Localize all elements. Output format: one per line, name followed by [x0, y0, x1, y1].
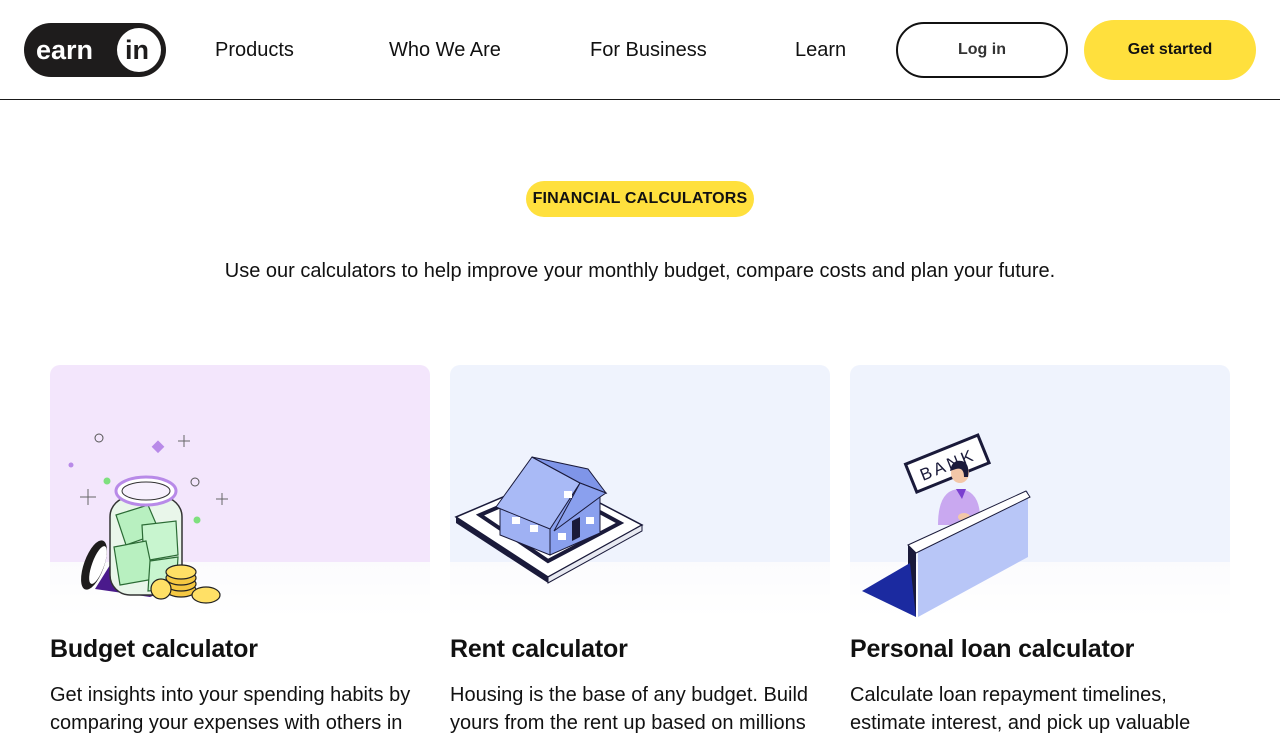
nav-for-business[interactable]: For Business	[590, 38, 707, 62]
bank-teller-icon: BANK	[862, 433, 1031, 617]
budget-calculator-card[interactable]: Budget calculator Get insights into your…	[50, 365, 430, 734]
login-button[interactable]: Log in	[896, 22, 1068, 78]
card-description: Calculate loan repayment timelines, esti…	[850, 684, 1191, 734]
section-badge: FINANCIAL CALCULATORS	[526, 181, 754, 217]
card-illustration	[450, 365, 830, 617]
section-subtitle: Use our calculators to help improve your…	[224, 260, 1056, 282]
get-started-button[interactable]: Get started	[1084, 20, 1256, 80]
card-title[interactable]: Personal loan calculator	[850, 635, 1134, 664]
logo-text-earn: earn	[36, 35, 93, 65]
card-title[interactable]: Rent calculator	[450, 635, 628, 664]
rent-calculator-card[interactable]: Rent calculator Housing is the base of a…	[450, 365, 830, 734]
nav-products[interactable]: Products	[215, 38, 294, 62]
money-jar-icon	[68, 433, 228, 604]
nav-learn[interactable]: Learn	[795, 38, 846, 62]
card-illustration: BANK	[850, 365, 1230, 617]
earnin-logo[interactable]: earn in	[24, 23, 166, 77]
card-description: Housing is the base of any budget. Build…	[450, 684, 809, 734]
site-header: earn in Products Who We Are For Business…	[0, 0, 1280, 100]
card-title[interactable]: Budget calculator	[50, 635, 258, 664]
card-description: Get insights into your spending habits b…	[50, 684, 411, 734]
logo-text-in: in	[125, 35, 149, 65]
card-illustration	[50, 365, 430, 617]
nav-who-we-are[interactable]: Who We Are	[389, 38, 501, 62]
personal-loan-calculator-card[interactable]: BANK Personal loan calculator Calculate …	[850, 365, 1230, 734]
house-icon	[454, 456, 644, 584]
